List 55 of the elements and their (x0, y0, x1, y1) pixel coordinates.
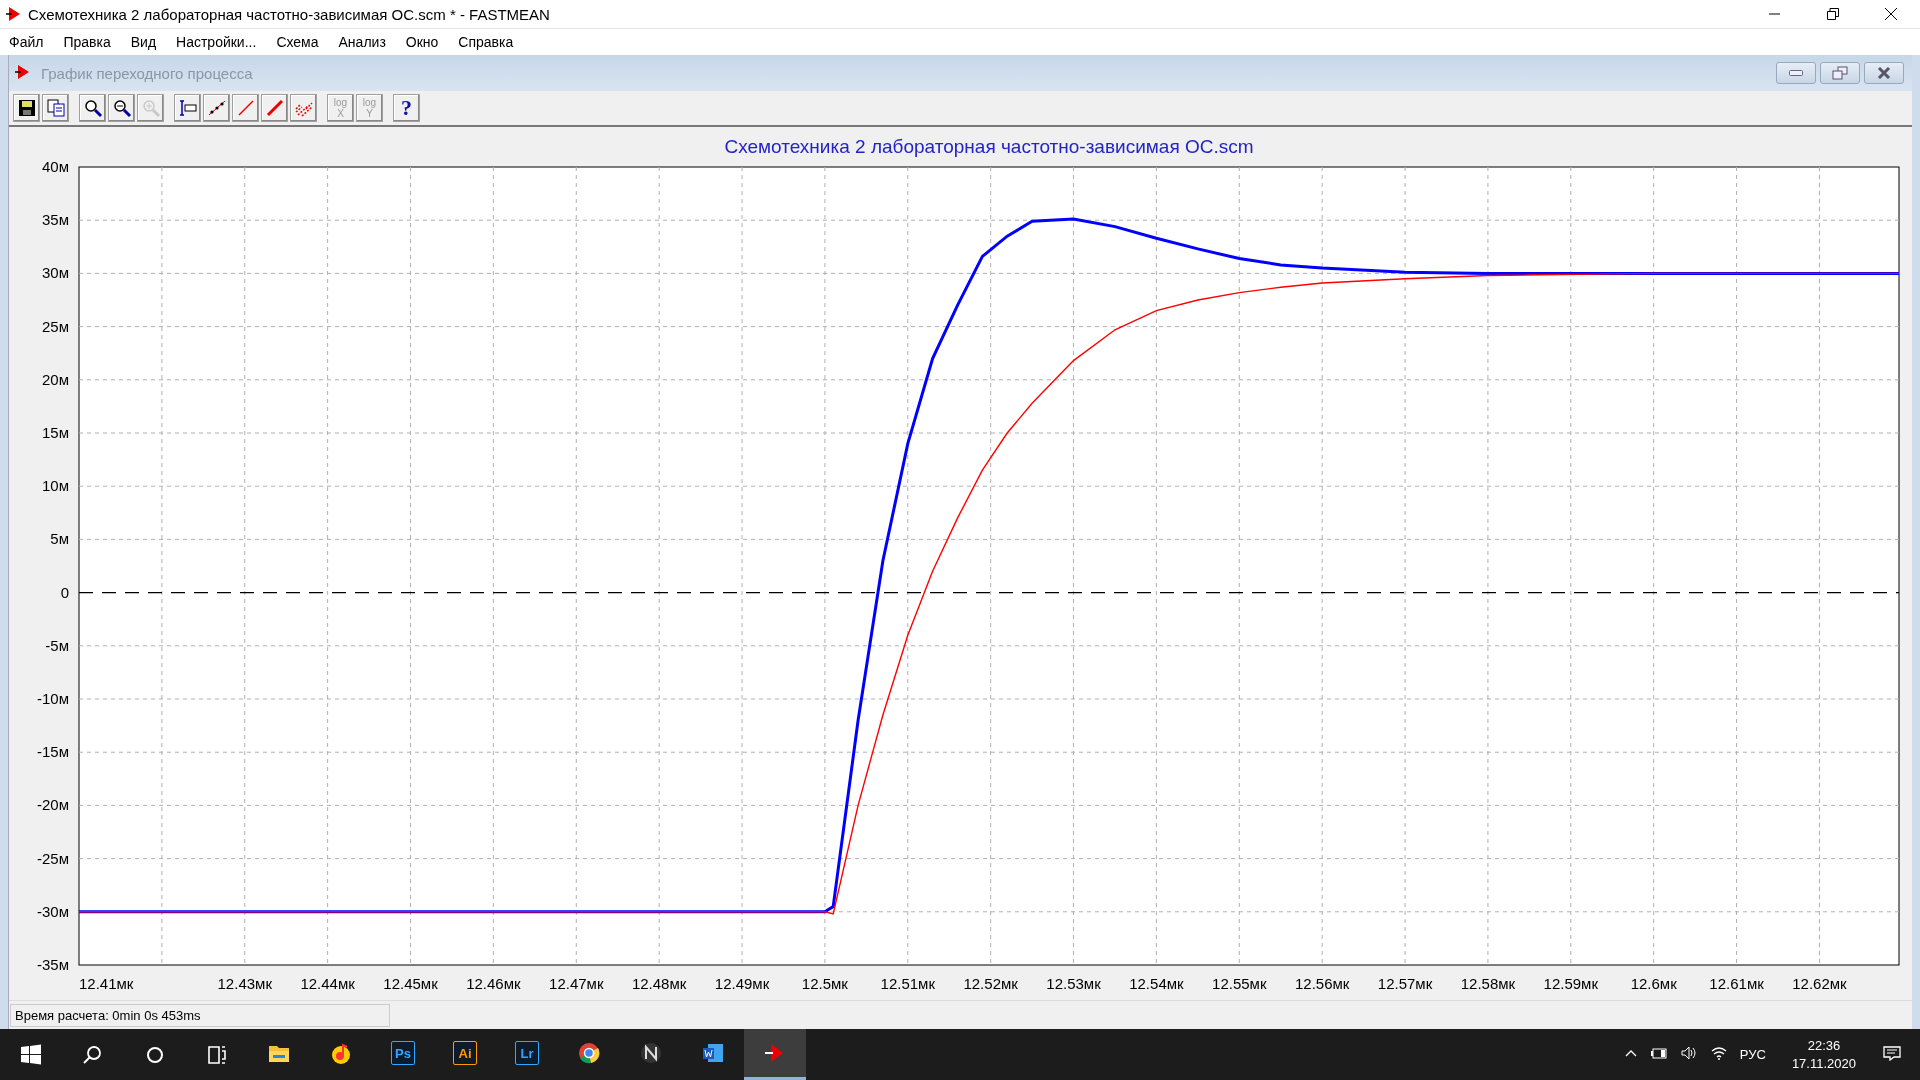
x-tick-label: 12.61мк (1709, 975, 1764, 992)
y-tick-label: 0 (60, 583, 69, 601)
y-tick-label: 10м (42, 477, 69, 495)
menu-item[interactable]: Окно (404, 34, 440, 50)
y-tick-label: 35м (42, 211, 69, 229)
y-tick-label: 30м (42, 264, 69, 282)
menu-item[interactable]: Правка (62, 34, 112, 50)
menu-item[interactable]: Схема (275, 34, 320, 50)
clock[interactable]: 22:36 17.11.2020 (1791, 1036, 1856, 1073)
app-icon[interactable]: Ps (391, 1041, 415, 1065)
y-tick-label: -15м (37, 743, 69, 761)
menu-item[interactable]: Настройки... (175, 34, 258, 50)
app-icon[interactable]: Lr (515, 1041, 539, 1065)
y-tick-label: 20м (42, 370, 69, 388)
x-tick-label: 12.43мк (217, 975, 272, 992)
x-tick-label: 12.58мк (1460, 975, 1516, 992)
y-tick-label: 25м (42, 317, 69, 335)
x-tick-label: 12.52мк (963, 975, 1018, 992)
y-tick-label: -20м (37, 796, 69, 814)
menu-item[interactable]: Вид (129, 34, 158, 50)
x-tick-label: 12.62мк (1792, 975, 1847, 992)
x-tick-label: 12.53мк (1046, 975, 1101, 992)
x-tick-label: 12.5мк (801, 975, 848, 992)
y-tick-label: -10м (37, 690, 69, 707)
y-tick-label: -30м (37, 902, 69, 920)
x-tick-label: 12.47мк (549, 975, 604, 992)
y-tick-label: -35м (37, 956, 69, 973)
x-tick-label: 12.45мк (383, 975, 438, 992)
child-window-title: График переходного процесса (41, 64, 253, 82)
x-tick-label: 12.44мк (300, 975, 355, 992)
x-tick-label: 12.41мк (79, 975, 134, 992)
language-indicator[interactable]: РУС (1739, 1047, 1766, 1062)
y-tick-label: 5м (50, 530, 69, 548)
x-tick-label: 12.46мк (466, 975, 521, 992)
menu-item[interactable]: Файл (8, 34, 45, 50)
x-tick-label: 12.6мк (1630, 975, 1677, 992)
y-tick-label: -5м (45, 636, 69, 654)
x-tick-label: 12.56мк (1294, 975, 1350, 992)
y-tick-label: 40м (42, 158, 69, 175)
chart-title: Схемотехника 2 лабораторная частотно-зависимая ОС.scm (724, 136, 1254, 157)
y-tick-label: 15м (42, 424, 69, 441)
menu-item[interactable]: Анализ (337, 34, 387, 50)
x-tick-label: 12.48мк (631, 975, 687, 992)
x-tick-label: 12.59мк (1543, 975, 1598, 992)
x-tick-label: 12.51мк (880, 975, 935, 992)
status-text: Время расчета: 0min 0s 453ms (10, 1003, 390, 1027)
y-tick-label: -25м (37, 849, 69, 867)
app-icon[interactable]: Ai (453, 1041, 477, 1065)
x-tick-label: 12.54мк (1129, 975, 1184, 992)
menu-item[interactable]: Справка (457, 34, 515, 50)
x-tick-label: 12.49мк (714, 975, 770, 992)
window-title: Схемотехника 2 лабораторная частотно-зависимая ОС.scm * - FASTMEAN (28, 5, 550, 23)
x-tick-label: 12.55мк (1212, 975, 1267, 992)
help-button[interactable]: ? (393, 94, 420, 122)
x-tick-label: 12.57мк (1377, 975, 1433, 992)
